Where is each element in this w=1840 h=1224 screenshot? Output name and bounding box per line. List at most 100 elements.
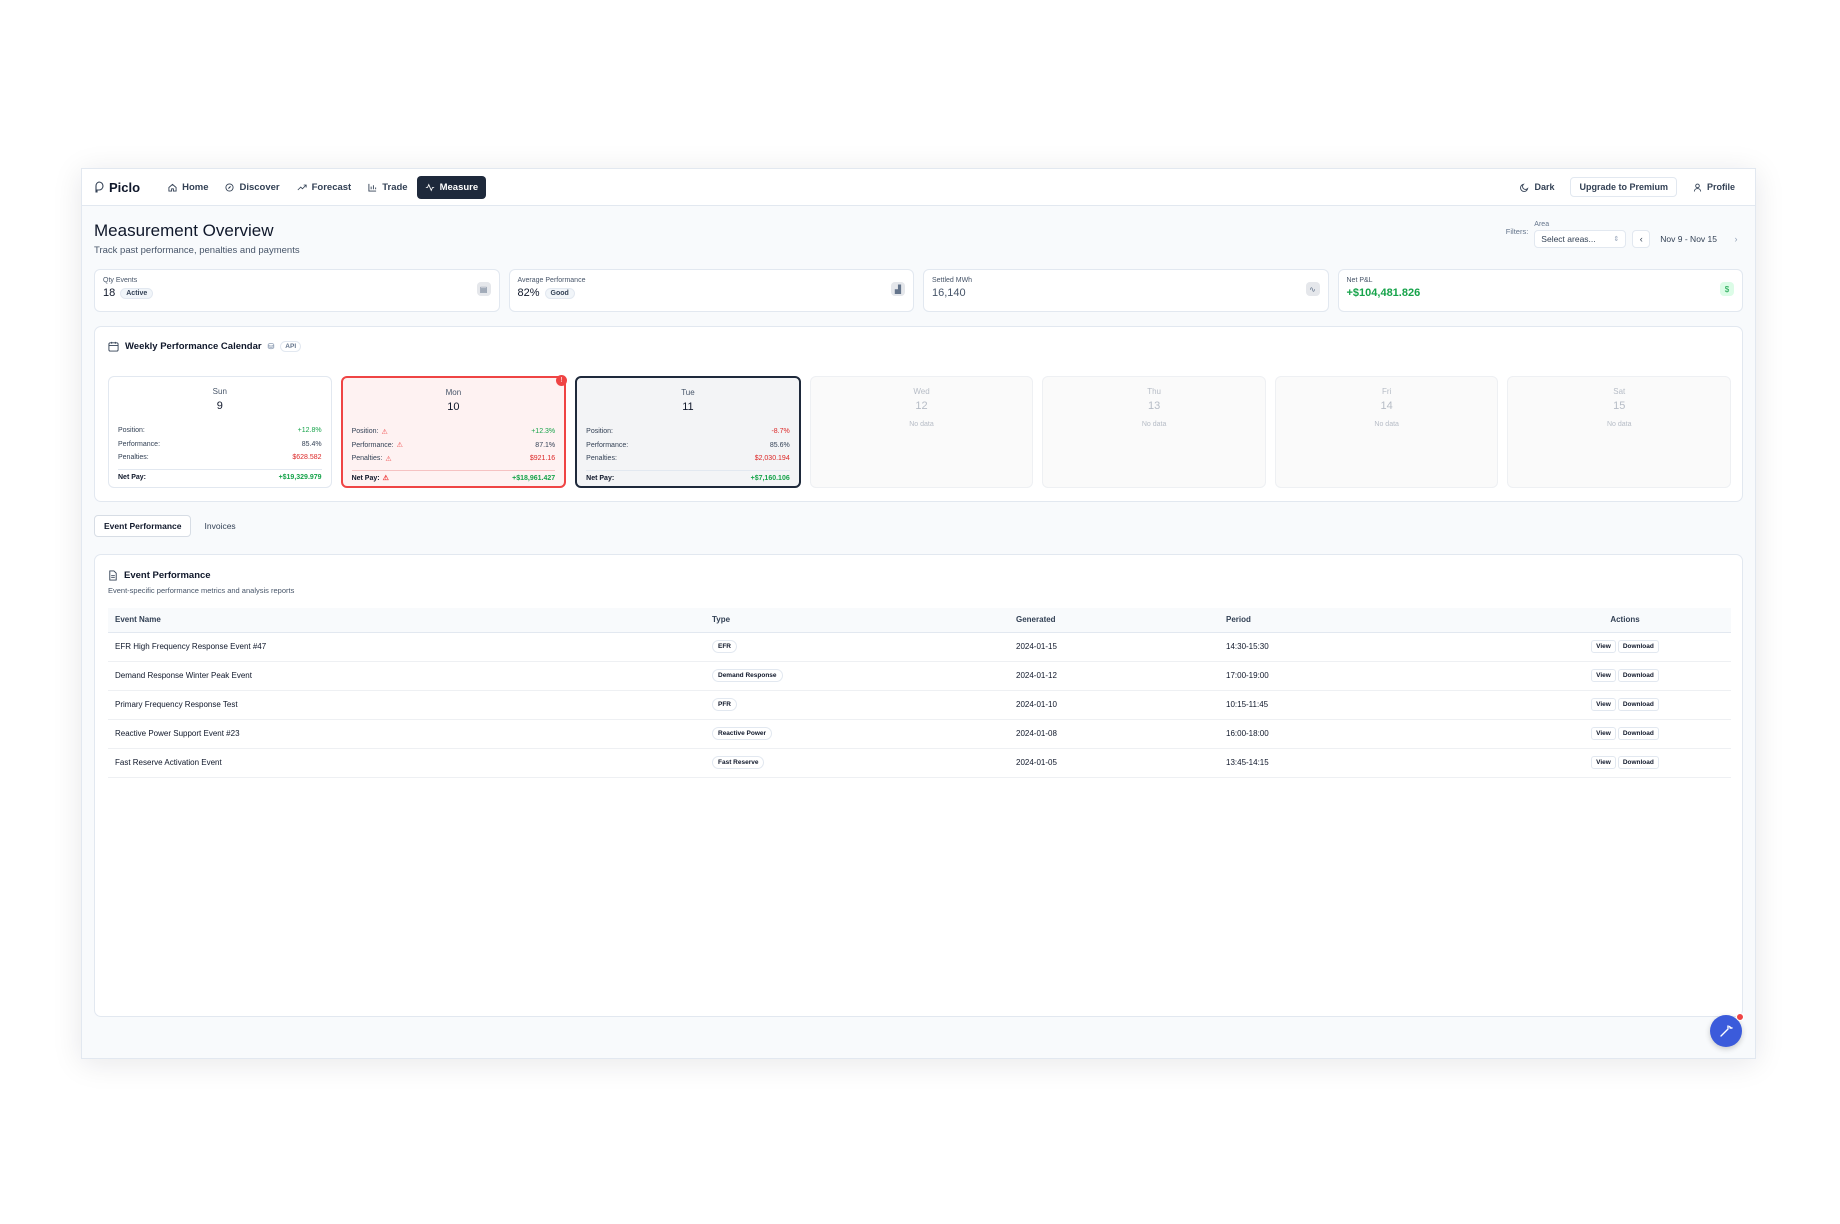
penalties-label: Penalties: — [351, 455, 383, 463]
download-button[interactable]: Download — [1617, 727, 1659, 740]
assistant-fab-button[interactable] — [1710, 1013, 1744, 1047]
download-button[interactable]: Download — [1617, 756, 1659, 769]
warning-icon: ⚠ — [381, 428, 388, 436]
calendar-day-fri: Fri 14 No data — [1274, 376, 1499, 488]
moon-icon — [1520, 183, 1529, 192]
status-badge: Good — [544, 287, 575, 299]
brand-logo[interactable]: Piclo — [94, 180, 140, 195]
day-metrics: Position: ⚠ +12.3% Performance: ⚠ 87.1% Pena… — [351, 425, 556, 483]
nav-item-label: Measure — [439, 181, 479, 193]
penalties-value: $2,030.194 — [754, 455, 790, 463]
calendar-day-thu: Thu 13 No data — [1042, 376, 1266, 488]
generated-date: 2024-01-10 — [1009, 690, 1219, 720]
event-performance-card: Event Performance Event-specific perform… — [94, 554, 1743, 1017]
column-header: Event Name — [108, 608, 705, 633]
calendar-day-wed: Wed 12 No data — [809, 376, 1034, 488]
calendar-day-sun[interactable]: Sun 9 Position: +12.8% Performance: 85.4% … — [108, 376, 332, 488]
page-subtitle: Track past performance, penalties and pa… — [94, 245, 300, 256]
download-button[interactable]: Download — [1617, 640, 1659, 653]
stat-value: 16,140 — [932, 287, 966, 299]
view-button[interactable]: View — [1591, 640, 1616, 653]
tab-bar: Event Performance Invoices — [94, 515, 245, 537]
performance-label: Performance: — [586, 441, 629, 449]
position-value: +12.8% — [297, 427, 322, 435]
nav-item-discover[interactable]: Discover — [217, 176, 287, 199]
api-badge[interactable]: API — [280, 341, 302, 352]
app-window: Piclo Home Discover Forecast Trade Measu… — [81, 168, 1756, 1059]
calendar-stack-icon: ▤ — [476, 282, 491, 296]
day-name: Sat — [1613, 387, 1626, 396]
stat-card-qty-events: Qty Events 18 Active ▤ — [94, 269, 500, 312]
nav-item-forecast[interactable]: Forecast — [289, 176, 360, 199]
stats-row: Qty Events 18 Active ▤ Average Performan… — [94, 269, 1743, 312]
calendar-day-mon[interactable]: ! Mon 10 Position: ⚠ +12.3% Performance: ⚠ 8… — [340, 375, 568, 488]
nav-item-home[interactable]: Home — [160, 176, 216, 199]
position-label: Position: — [586, 428, 614, 436]
table-row: Demand Response Winter Peak Event Demand… — [108, 661, 1731, 691]
nav-right: Dark Upgrade to Premium Profile — [1512, 177, 1743, 197]
day-number: 15 — [1613, 400, 1626, 412]
view-button[interactable]: View — [1591, 698, 1616, 711]
nav-item-label: Discover — [239, 181, 280, 193]
generated-date: 2024-01-08 — [1009, 719, 1219, 749]
user-icon — [1693, 183, 1702, 192]
weekly-calendar-card: Weekly Performance Calendar ⛁ API Sun 9 … — [94, 326, 1743, 502]
table-row: Reactive Power Support Event #23 Reactiv… — [108, 719, 1731, 749]
trending-up-icon — [297, 184, 307, 190]
chevron-left-icon: ‹ — [1639, 234, 1643, 244]
penalties-label: Penalties: — [118, 454, 149, 462]
upgrade-button[interactable]: Upgrade to Premium — [1570, 177, 1677, 197]
view-button[interactable]: View — [1591, 669, 1616, 682]
day-number: 11 — [682, 401, 694, 413]
calendar-day-tue[interactable]: Tue 11 Position: -8.7% Performance: 85.6% … — [575, 376, 801, 488]
generated-date: 2024-01-12 — [1009, 661, 1219, 691]
wand-icon — [1720, 1025, 1733, 1037]
piclo-logo-icon — [95, 181, 104, 193]
profile-button[interactable]: Profile — [1685, 177, 1743, 197]
compass-icon — [225, 182, 235, 192]
position-value: +12.3% — [531, 428, 556, 436]
no-data-label: No data — [1141, 421, 1167, 428]
table-header-row: Event Name Type Generated Period Actions — [108, 608, 1731, 633]
dollar-icon: $ — [1720, 282, 1734, 296]
performance-value: 87.1% — [535, 441, 556, 449]
net-pay-value: +$18,961.427 — [512, 474, 556, 482]
warning-icon: ⚠ — [396, 442, 403, 450]
warning-icon: ⚠ — [385, 455, 392, 463]
next-week-button[interactable]: › — [1727, 230, 1745, 248]
nav-item-measure[interactable]: Measure — [416, 175, 487, 199]
event-name: Demand Response Winter Peak Event — [108, 661, 705, 691]
activity-icon — [425, 183, 434, 191]
event-period: 17:00-19:00 — [1219, 661, 1519, 691]
day-number: 13 — [1147, 400, 1161, 412]
download-button[interactable]: Download — [1617, 698, 1659, 711]
table-row: Primary Frequency Response Test PFR 2024… — [108, 690, 1731, 720]
day-number: 14 — [1380, 400, 1393, 412]
net-pay-label: Net Pay: — [351, 474, 380, 482]
tab-invoices[interactable]: Invoices — [195, 515, 244, 537]
area-select[interactable]: Select areas... ⇕ — [1534, 230, 1627, 248]
event-name: Fast Reserve Activation Event — [108, 748, 705, 778]
nav-item-trade[interactable]: Trade — [360, 176, 415, 199]
calendar-day-sat: Sat 15 No data — [1507, 376, 1732, 488]
prev-week-button[interactable]: ‹ — [1632, 230, 1651, 248]
area-select-placeholder: Select areas... — [1541, 234, 1596, 244]
notification-dot — [1736, 1013, 1744, 1021]
column-header: Generated — [1009, 608, 1219, 633]
day-metrics: Position: -8.7% Performance: 85.6% Penalti… — [586, 425, 790, 483]
type-badge: Reactive Power — [712, 727, 773, 740]
view-button[interactable]: View — [1591, 756, 1616, 769]
area-filter: Area Select areas... ⇕ — [1534, 221, 1627, 248]
view-button[interactable]: View — [1591, 727, 1616, 740]
net-pay-value: +$19,329.979 — [278, 473, 322, 481]
stat-value: 18 — [103, 287, 116, 299]
event-period: 14:30-15:30 — [1219, 632, 1519, 662]
day-name: Sun — [212, 387, 227, 396]
performance-value: 85.6% — [769, 441, 790, 449]
day-name: Tue — [681, 388, 695, 397]
download-button[interactable]: Download — [1617, 669, 1659, 682]
tab-event-performance[interactable]: Event Performance — [94, 515, 192, 537]
position-label: Position: — [351, 428, 379, 436]
theme-toggle-button[interactable]: Dark — [1512, 177, 1562, 197]
alert-icon: ! — [556, 375, 568, 386]
